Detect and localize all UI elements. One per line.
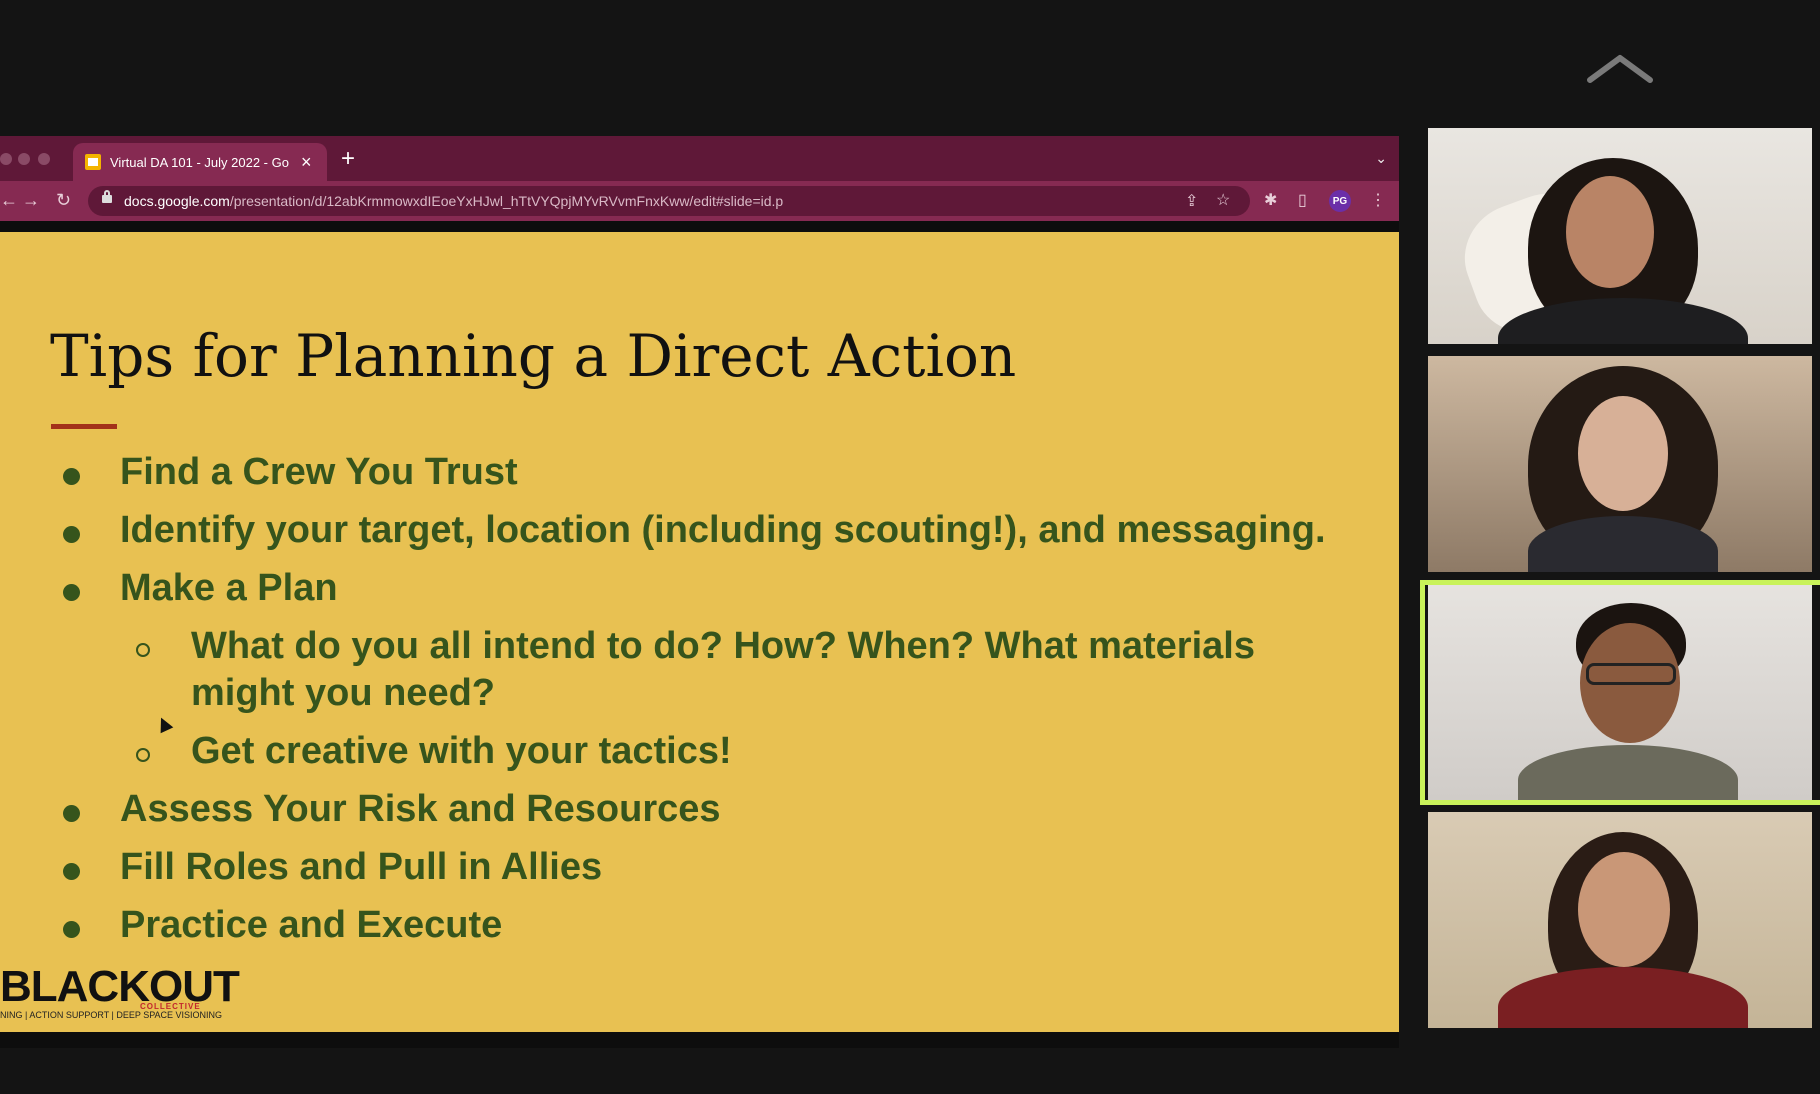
slides-favicon-icon: [85, 154, 101, 170]
tab-search-chevron-icon[interactable]: ⌄: [1375, 150, 1387, 167]
profile-avatar[interactable]: PG: [1329, 190, 1351, 212]
tab-close-icon[interactable]: ×: [301, 153, 312, 171]
participant-face: [1578, 396, 1668, 511]
title-underline: [51, 424, 117, 429]
back-icon[interactable]: ←: [0, 190, 18, 210]
address-bar[interactable]: docs.google.com/presentation/d/12abKrmmo…: [88, 186, 1250, 216]
url-text[interactable]: docs.google.com/presentation/d/12abKrmmo…: [124, 193, 783, 209]
bullet-item: Identify your target, location (includin…: [120, 509, 1326, 551]
lock-icon[interactable]: [102, 190, 112, 203]
participant-video-tile[interactable]: [1428, 812, 1812, 1028]
slide-title: Tips for Planning a Direct Action: [50, 322, 1017, 390]
bullet-item: Practice and Execute: [120, 904, 503, 946]
sub-bullet-item: Get creative with your tactics!: [191, 730, 732, 772]
shared-screen: Virtual DA 101 - July 2022 - Go × + ⌄ ← …: [0, 136, 1399, 1048]
bullet-dot: [63, 805, 80, 822]
blackout-collective-logo: BLACKOUT COLLECTIVE NING | ACTION SUPPOR…: [0, 962, 240, 1022]
extensions-icon[interactable]: ✱: [1264, 191, 1277, 211]
sub-bullet-ring: [136, 748, 150, 762]
bullet-dot: [63, 863, 80, 880]
side-panel-icon[interactable]: ▯: [1298, 191, 1307, 211]
bullet-item: Make a Plan: [120, 567, 338, 609]
reload-icon[interactable]: ↻: [56, 190, 71, 210]
url-path: /presentation/d/12abKrmmowxdIEoeYxHJwl_h…: [229, 193, 784, 209]
bullet-dot: [63, 468, 80, 485]
active-speaker-highlight: [1420, 580, 1820, 805]
forward-icon[interactable]: →: [22, 190, 40, 210]
url-host: docs.google.com: [124, 193, 230, 209]
sub-bullet-item: What do you all intend to do? How? When?…: [191, 625, 1255, 667]
browser-tab[interactable]: Virtual DA 101 - July 2022 - Go ×: [73, 143, 327, 181]
bullet-dot: [63, 921, 80, 938]
logo-wordmark: BLACKOUT: [0, 962, 240, 1011]
sub-bullet-ring: [136, 643, 150, 657]
participant-face: [1578, 852, 1670, 967]
new-tab-button[interactable]: +: [341, 144, 355, 174]
tab-title: Virtual DA 101 - July 2022 - Go: [110, 154, 289, 170]
participant-video-tile[interactable]: [1428, 356, 1812, 572]
bullet-dot: [63, 584, 80, 601]
presentation-slide: Tips for Planning a Direct Action Find a…: [0, 232, 1399, 1032]
browser-menu-icon[interactable]: ⋮: [1370, 191, 1386, 211]
browser-tab-bar: Virtual DA 101 - July 2022 - Go × + ⌄: [0, 136, 1399, 181]
logo-tagline: NING | ACTION SUPPORT | DEEP SPACE VISIO…: [0, 1010, 223, 1020]
chevron-up-icon[interactable]: [1584, 50, 1656, 86]
participant-video-tile[interactable]: [1428, 128, 1812, 344]
bookmark-star-icon[interactable]: ☆: [1216, 191, 1230, 211]
mouse-cursor-icon: [154, 714, 174, 734]
window-close-dot[interactable]: [0, 153, 12, 165]
bullet-item: Assess Your Risk and Resources: [120, 788, 721, 830]
window-minimize-dot[interactable]: [18, 153, 30, 165]
bullet-item: Fill Roles and Pull in Allies: [120, 846, 603, 888]
share-icon[interactable]: ⇪: [1185, 192, 1198, 212]
sub-bullet-item-continued: might you need?: [191, 672, 495, 714]
bullet-item: Find a Crew You Trust: [120, 451, 518, 493]
browser-toolbar: ← → ↻ docs.google.com/presentation/d/12a…: [0, 181, 1399, 221]
bullet-dot: [63, 526, 80, 543]
participant-face: [1566, 176, 1654, 288]
window-zoom-dot[interactable]: [38, 153, 50, 165]
